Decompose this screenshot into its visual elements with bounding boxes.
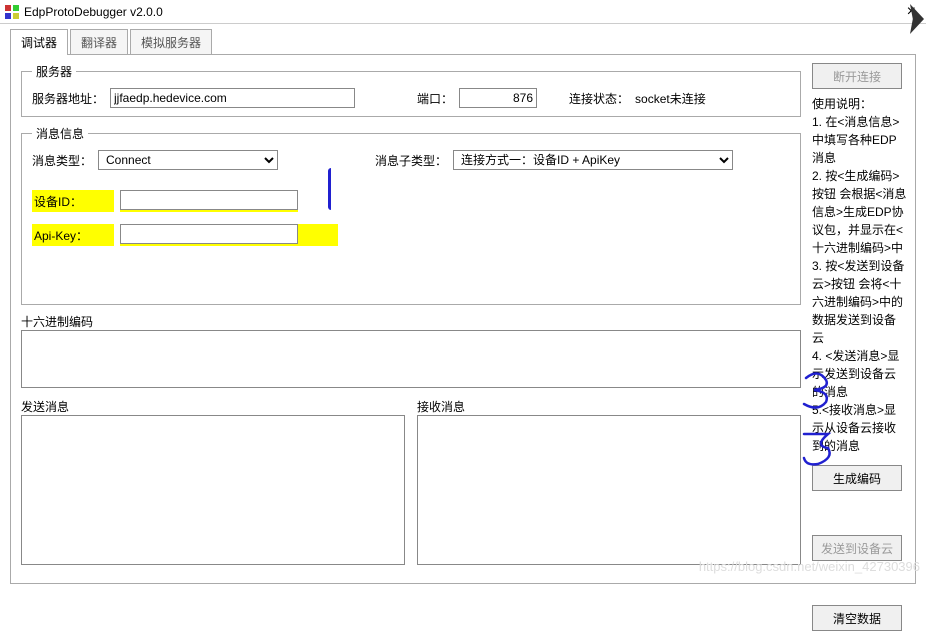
port-label: 端口： — [417, 90, 453, 107]
port-input[interactable] — [459, 88, 537, 108]
message-legend: 消息信息 — [32, 125, 88, 142]
server-group: 服务器 服务器地址： 端口： 连接状态： socket未连接 — [21, 63, 801, 117]
tab-content: 服务器 服务器地址： 端口： 连接状态： socket未连接 消息信息 消息类型… — [10, 54, 916, 584]
generate-button[interactable]: 生成编码 — [812, 465, 902, 491]
msg-type-label: 消息类型： — [32, 152, 92, 169]
instr-line5: 5.<接收消息>显示从设备云接收到的消息 — [812, 401, 907, 455]
disconnect-button[interactable]: 断开连接 — [812, 63, 902, 89]
instructions: 使用说明： 1. 在<消息信息>中填写各种EDP消息 2. 按<生成编码>按钮 … — [812, 95, 907, 455]
msg-subtype-label: 消息子类型： — [375, 152, 447, 169]
msg-subtype-select[interactable]: 连接方式一：设备ID + ApiKey — [453, 150, 733, 170]
conn-status-label: 连接状态： — [569, 90, 629, 107]
tab-bar: 调试器 翻译器 模拟服务器 — [0, 24, 926, 54]
tab-debugger[interactable]: 调试器 — [10, 29, 68, 55]
conn-status-value: socket未连接 — [635, 90, 706, 107]
recv-textarea[interactable] — [417, 415, 801, 565]
msg-type-select[interactable]: Connect — [98, 150, 278, 170]
app-icon — [4, 4, 20, 20]
hex-label: 十六进制编码 — [21, 313, 801, 330]
send-label: 发送消息 — [21, 398, 405, 415]
server-addr-label: 服务器地址： — [32, 90, 104, 107]
server-addr-input[interactable] — [110, 88, 355, 108]
watermark: https://blog.csdn.net/weixin_42730396 — [699, 559, 920, 574]
tab-translator[interactable]: 翻译器 — [70, 29, 128, 55]
message-group: 消息信息 消息类型： Connect 消息子类型： 连接方式一：设备ID + A… — [21, 125, 801, 305]
clear-button[interactable]: 清空数据 — [812, 605, 902, 631]
titlebar: EdpProtoDebugger v2.0.0 × — [0, 0, 926, 24]
api-key-input[interactable] — [120, 224, 298, 244]
instr-line3: 3. 按<发送到设备云>按钮 会将<十六进制编码>中的数据发送到设备云 — [812, 257, 907, 347]
instr-line2: 2. 按<生成编码>按钮 会根据<消息信息>生成EDP协议包，并显示在<十六进制… — [812, 167, 907, 257]
recv-label: 接收消息 — [417, 398, 801, 415]
instr-line1: 1. 在<消息信息>中填写各种EDP消息 — [812, 113, 907, 167]
instr-line4: 4. <发送消息>显示发送到设备云的消息 — [812, 347, 907, 401]
server-legend: 服务器 — [32, 63, 76, 80]
send-textarea[interactable] — [21, 415, 405, 565]
tab-mockserver[interactable]: 模拟服务器 — [130, 29, 212, 55]
window-title: EdpProtoDebugger v2.0.0 — [24, 5, 163, 19]
instr-header: 使用说明： — [812, 95, 907, 113]
hex-textarea[interactable] — [21, 330, 801, 388]
device-id-input[interactable] — [120, 190, 298, 210]
api-key-label: Api-Key： — [32, 227, 88, 244]
device-id-label: 设备ID： — [32, 193, 82, 210]
send-cloud-button[interactable]: 发送到设备云 — [812, 535, 902, 561]
